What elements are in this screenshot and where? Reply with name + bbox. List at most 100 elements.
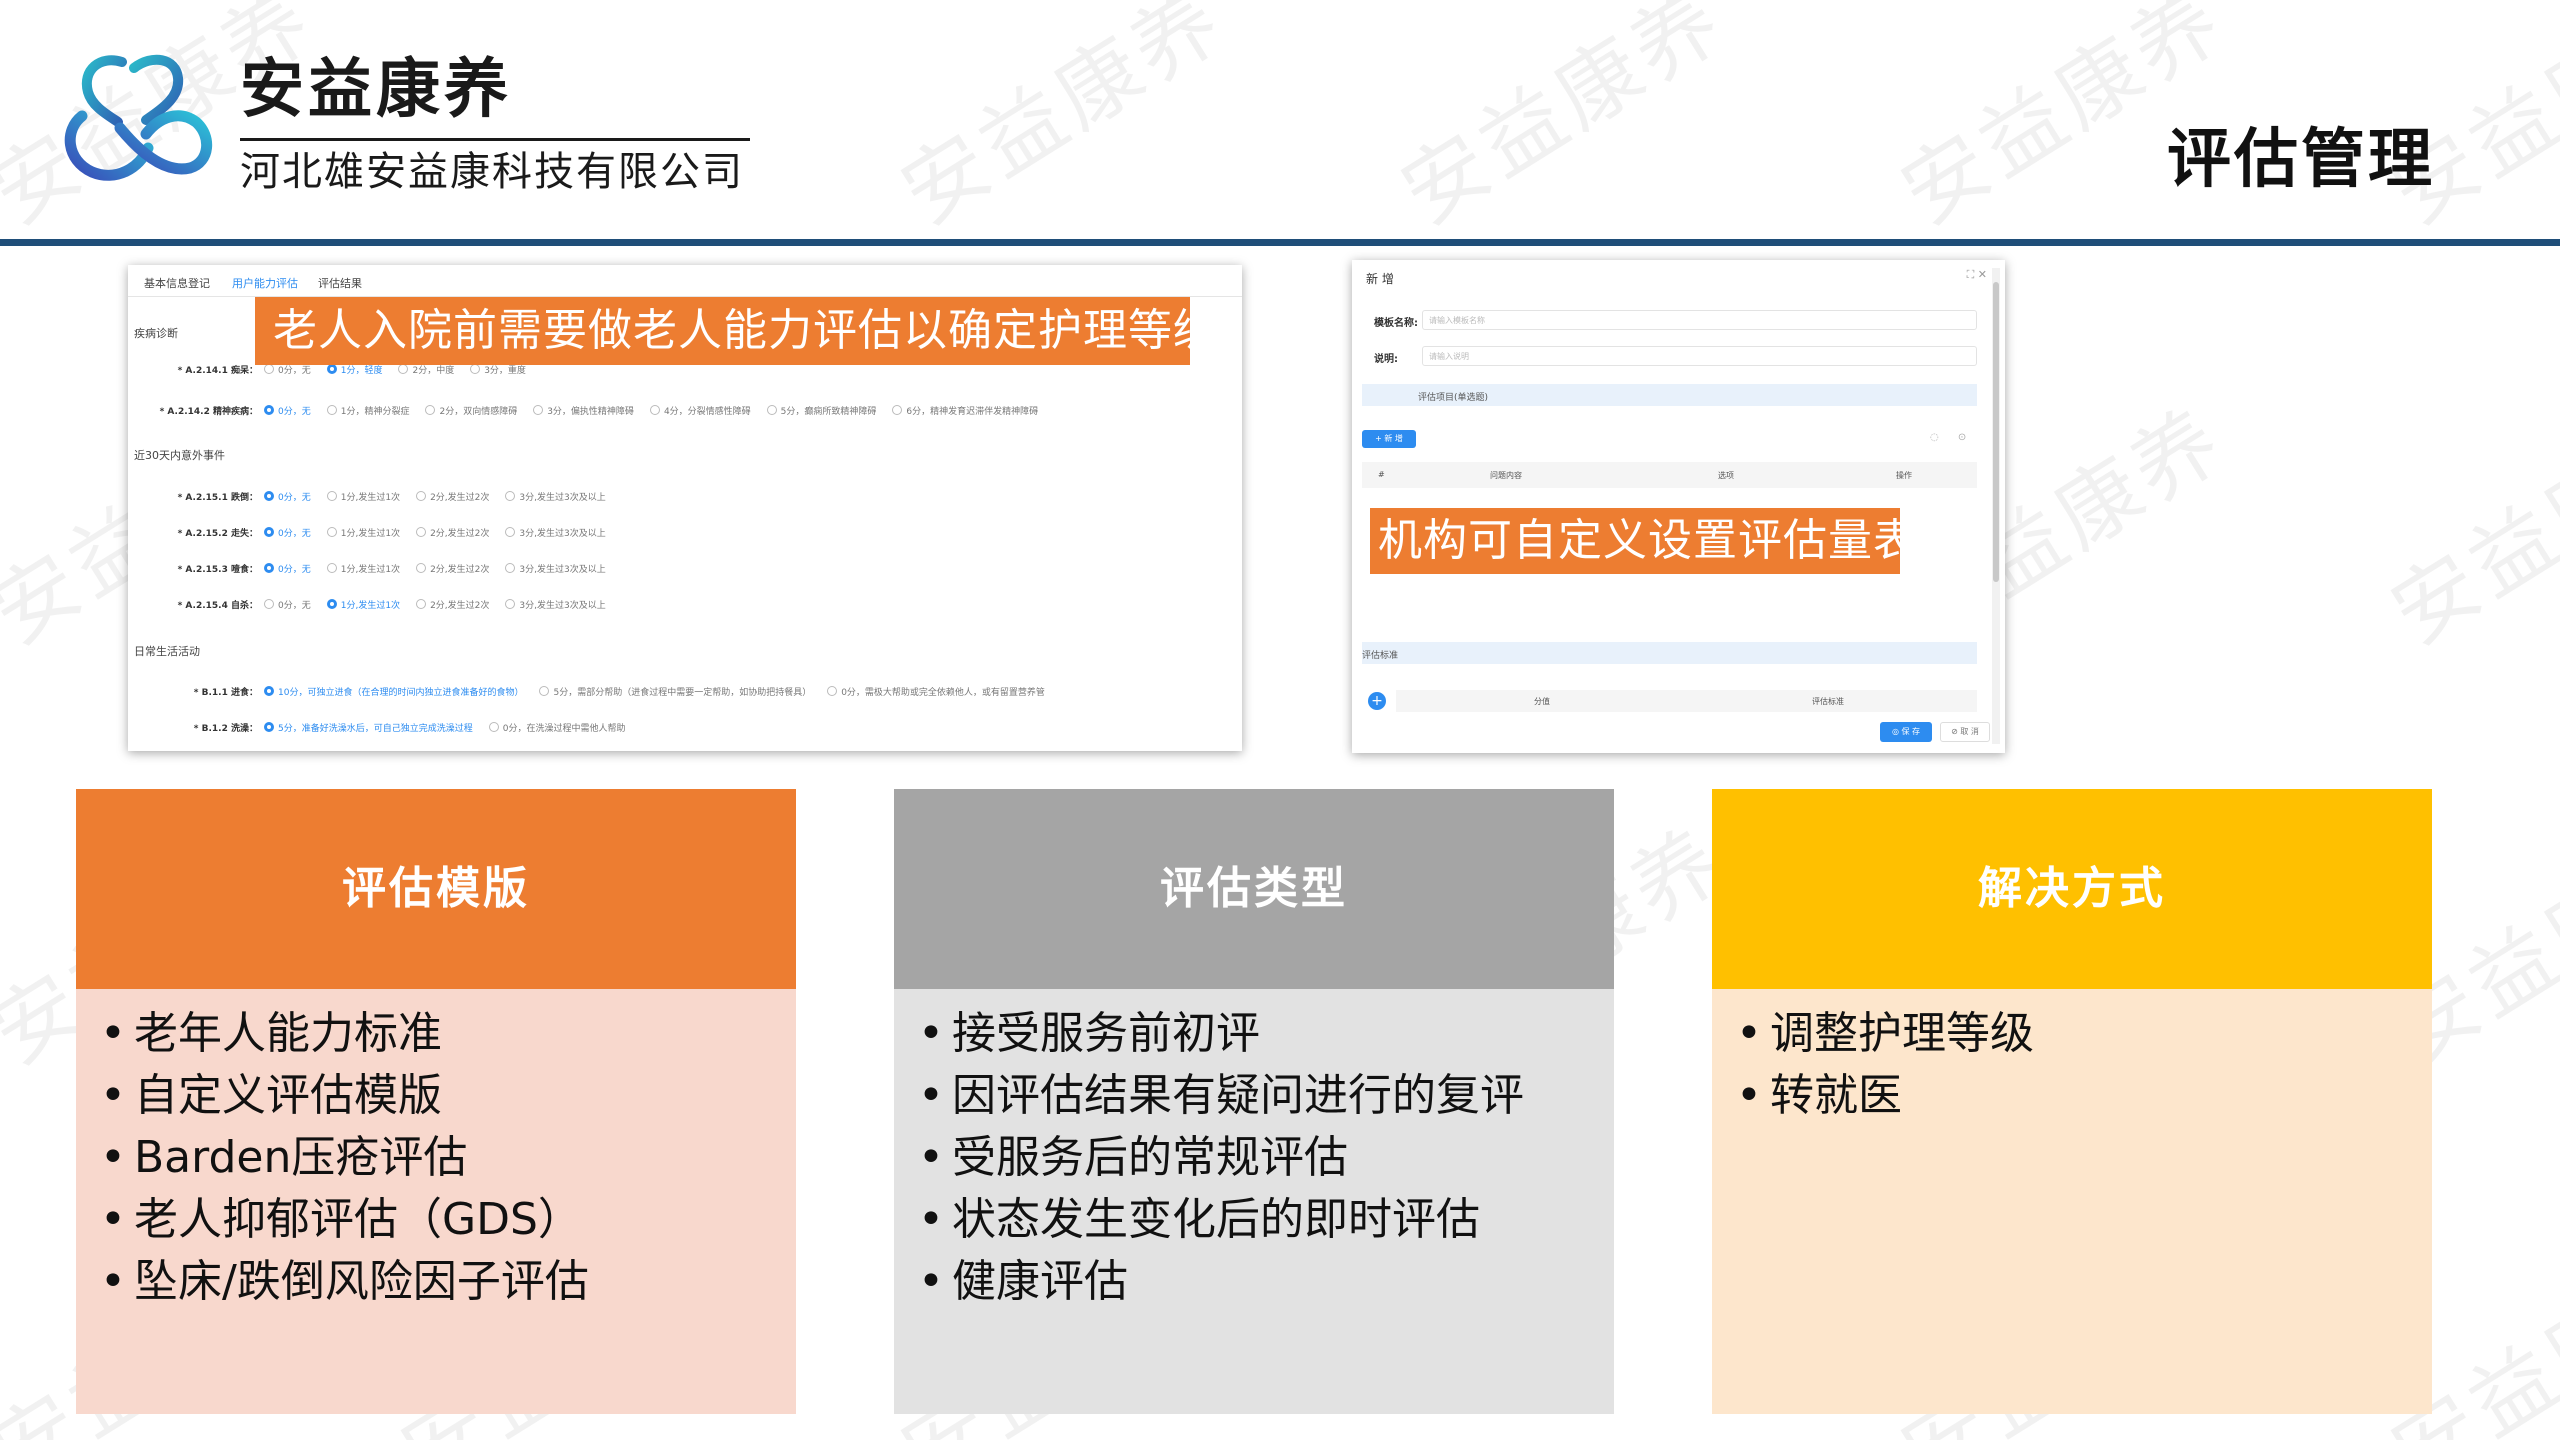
- form-tabs: 基本信息登记 用户能力评估 评估结果: [128, 265, 1242, 297]
- header-divider: [0, 239, 2560, 246]
- cancel-button[interactable]: ⊘ 取 消: [1940, 722, 1990, 742]
- description-label: 说明:: [1374, 354, 1398, 365]
- card-title: 评估类型: [894, 789, 1614, 989]
- list-item: 坠床/跌倒风险因子评估: [100, 1251, 796, 1313]
- add-item-button[interactable]: + 新 增: [1362, 430, 1416, 448]
- question-label: * A.2.15.2 走失：: [177, 529, 258, 539]
- window-controls-icon[interactable]: ⛶ ✕: [1967, 268, 1987, 282]
- table-tools-icon[interactable]: ◌ ⊙: [1930, 432, 1974, 443]
- column-header: 评估标准: [1812, 697, 1844, 706]
- column-header: 选项: [1718, 471, 1734, 480]
- template-editor-screenshot: 新 增 ⛶ ✕ 模板名称: 请输入模板名称 说明: 请输入说明 评估项目(单选题…: [1352, 260, 2005, 753]
- list-item: 调整护理等级: [1736, 1003, 2432, 1065]
- assessment-standard-header: 评估标准: [1362, 642, 1977, 664]
- watermark: 安益康养: [2374, 389, 2560, 663]
- option-group: 0分，无 1分,发生过1次 2分,发生过2次 3分,发生过3次及以上: [264, 562, 622, 575]
- radio-option[interactable]: 0分，无: [264, 598, 311, 611]
- radio-option[interactable]: 5分，癫痫所致精神障碍: [767, 404, 877, 417]
- card-assessment-types: 评估类型 接受服务前初评 因评估结果有疑问进行的复评 受服务后的常规评估 状态发…: [894, 789, 1614, 1414]
- watermark: 安益康养: [1384, 0, 1743, 243]
- template-name-label: 模板名称:: [1374, 318, 1418, 329]
- question-label: * A.2.14.1 痴呆：: [177, 366, 258, 376]
- logo-icon: [64, 54, 213, 181]
- question-label: * B.1.2 洗澡：: [193, 724, 258, 734]
- tab-ability-assessment[interactable]: 用户能力评估: [232, 275, 298, 291]
- radio-option-selected[interactable]: 0分，无: [264, 490, 311, 503]
- radio-option-selected[interactable]: 1分,发生过1次: [327, 598, 400, 611]
- list-item: 老人抑郁评估（GDS）: [100, 1189, 796, 1251]
- question-label: * B.1.1 进食：: [193, 688, 258, 698]
- radio-option[interactable]: 6分，精神发育迟滞伴发精神障碍: [892, 404, 1038, 417]
- radio-option[interactable]: 2分,发生过2次: [416, 526, 489, 539]
- list-item: Barden压疮评估: [100, 1127, 796, 1189]
- radio-option-selected[interactable]: 5分，准备好洗澡水后，可自己独立完成洗澡过程: [264, 721, 473, 734]
- radio-option[interactable]: 2分，双向情感障碍: [425, 404, 517, 417]
- card-title: 解决方式: [1712, 789, 2432, 989]
- option-group: 0分，无 1分,发生过1次 2分,发生过2次 3分,发生过3次及以上: [264, 490, 622, 503]
- watermark: 安益康养: [884, 0, 1243, 243]
- radio-option-selected[interactable]: 10分，可独立进食（在合理的时间内独立进食准备好的食物）: [264, 685, 523, 698]
- save-button[interactable]: ◎ 保 存: [1880, 722, 1932, 742]
- list-item: 健康评估: [918, 1251, 1614, 1313]
- tab-assessment-result[interactable]: 评估结果: [318, 275, 362, 291]
- section-accidents: 近30天内意外事件: [134, 449, 225, 462]
- company-divider: [240, 138, 750, 141]
- company-block: 安益康养 河北雄安益康科技有限公司: [240, 48, 750, 199]
- option-group: 0分，无 1分,发生过1次 2分,发生过2次 3分,发生过3次及以上: [264, 526, 622, 539]
- items-table-header: # 问题内容 选项 操作: [1362, 462, 1977, 488]
- radio-option[interactable]: 3分,发生过3次及以上: [505, 490, 605, 503]
- list-item: 老年人能力标准: [100, 1003, 796, 1065]
- radio-option[interactable]: 1分,发生过1次: [327, 526, 400, 539]
- callout-ability-assessment: 老人入院前需要做老人能力评估以确定护理等级: [255, 297, 1217, 365]
- radio-option[interactable]: 4分，分裂情感性障碍: [650, 404, 751, 417]
- radio-option[interactable]: 5分，需部分帮助（进食过程中需要一定帮助，如协助把持餐具）: [539, 685, 811, 698]
- tab-basic-info[interactable]: 基本信息登记: [144, 275, 210, 291]
- radio-option[interactable]: 3分,发生过3次及以上: [505, 598, 605, 611]
- card-list: 调整护理等级 转就医: [1736, 1003, 2432, 1127]
- radio-option[interactable]: 1分,发生过1次: [327, 562, 400, 575]
- column-header: 问题内容: [1490, 471, 1522, 480]
- question-label: * A.2.15.4 自杀：: [177, 601, 258, 611]
- list-item: 自定义评估模版: [100, 1065, 796, 1127]
- template-name-input[interactable]: 请输入模板名称: [1422, 310, 1977, 330]
- modal-scrollbar[interactable]: [1992, 268, 2000, 744]
- list-item: 状态发生变化后的即时评估: [918, 1189, 1614, 1251]
- radio-option[interactable]: 3分,发生过3次及以上: [505, 562, 605, 575]
- option-group: 10分，可独立进食（在合理的时间内独立进食准备好的食物） 5分，需部分帮助（进食过…: [264, 685, 1061, 698]
- company-full-name: 河北雄安益康科技有限公司: [240, 149, 744, 195]
- radio-option[interactable]: 2分,发生过2次: [416, 562, 489, 575]
- radio-option[interactable]: 3分，偏执性精神障碍: [533, 404, 634, 417]
- description-input[interactable]: 请输入说明: [1422, 346, 1977, 366]
- radio-option-selected[interactable]: 0分，无: [264, 404, 311, 417]
- modal-title: 新 增: [1366, 272, 1394, 286]
- list-item: 受服务后的常规评估: [918, 1127, 1614, 1189]
- radio-option[interactable]: 2分,发生过2次: [416, 490, 489, 503]
- scrollbar-thumb[interactable]: [1993, 282, 1999, 582]
- company-name: 安益康养: [240, 53, 512, 127]
- assessment-items-header: 评估项目(单选题): [1362, 384, 1977, 406]
- card-body: 接受服务前初评 因评估结果有疑问进行的复评 受服务后的常规评估 状态发生变化后的…: [894, 989, 1614, 1414]
- card-list: 老年人能力标准 自定义评估模版 Barden压疮评估 老人抑郁评估（GDS） 坠…: [100, 1003, 796, 1313]
- question-label: * A.2.15.3 噎食：: [177, 565, 258, 575]
- radio-option[interactable]: 0分，需极大帮助或完全依赖他人，或有留置营养管: [827, 685, 1045, 698]
- card-body: 调整护理等级 转就医: [1712, 989, 2432, 1414]
- standard-table-header: 分值 评估标准: [1396, 690, 1977, 712]
- option-group: 0分，无 1分,发生过1次 2分,发生过2次 3分,发生过3次及以上: [264, 598, 622, 611]
- radio-option[interactable]: 0分，在洗澡过程中需他人帮助: [489, 721, 626, 734]
- radio-option[interactable]: 2分,发生过2次: [416, 598, 489, 611]
- page-title: 评估管理: [2167, 123, 2435, 197]
- radio-option[interactable]: 3分,发生过3次及以上: [505, 526, 605, 539]
- add-standard-icon[interactable]: +: [1368, 692, 1386, 710]
- radio-option[interactable]: 1分，精神分裂症: [327, 404, 410, 417]
- option-group: 0分，无 1分，精神分裂症 2分，双向情感障碍 3分，偏执性精神障碍 4分，分裂情感性障…: [264, 404, 1054, 417]
- card-list: 接受服务前初评 因评估结果有疑问进行的复评 受服务后的常规评估 状态发生变化后的…: [918, 1003, 1614, 1313]
- radio-option-selected[interactable]: 0分，无: [264, 562, 311, 575]
- option-group: 5分，准备好洗澡水后，可自己独立完成洗澡过程 0分，在洗澡过程中需他人帮助: [264, 721, 641, 734]
- radio-option[interactable]: 1分,发生过1次: [327, 490, 400, 503]
- column-header: #: [1378, 470, 1385, 479]
- radio-option-selected[interactable]: 0分，无: [264, 526, 311, 539]
- card-solutions: 解决方式 调整护理等级 转就医: [1712, 789, 2432, 1414]
- question-label: * A.2.15.1 跌倒：: [177, 493, 258, 503]
- company-logo: [60, 50, 220, 190]
- list-item: 因评估结果有疑问进行的复评: [918, 1065, 1614, 1127]
